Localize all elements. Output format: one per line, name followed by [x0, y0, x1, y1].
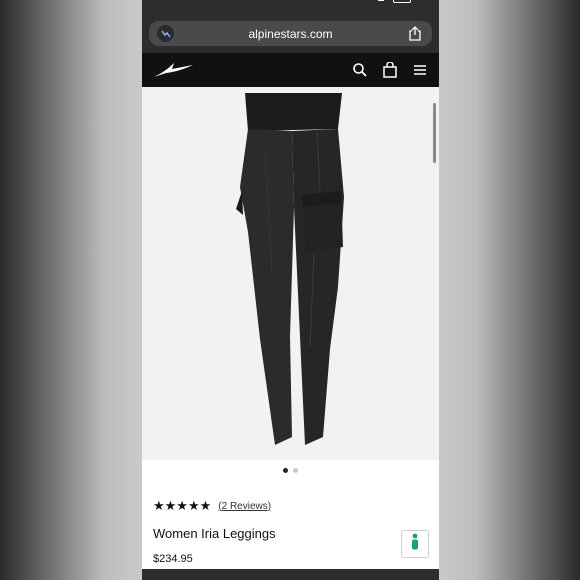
accessibility-icon — [408, 533, 422, 556]
product-image[interactable] — [142, 87, 439, 460]
wifi-icon — [378, 0, 384, 1]
url-text[interactable]: alpinestars.com — [149, 27, 432, 41]
address-bar[interactable]: alpinestars.com — [149, 21, 432, 46]
reviews-link[interactable]: (2 Reviews) — [218, 501, 271, 512]
gallery-dots — [142, 468, 439, 473]
bag-icon[interactable] — [382, 61, 398, 78]
share-icon[interactable] — [408, 26, 422, 41]
rating-row: ★★★★★ (2 Reviews) — [153, 498, 271, 514]
product-price: $234.95 — [153, 553, 193, 565]
scrollbar[interactable] — [433, 103, 436, 163]
gallery-dot-2[interactable] — [293, 468, 298, 473]
cellular-signal-icon — [353, 0, 367, 1]
accessibility-button[interactable] — [401, 530, 429, 558]
site-settings-icon[interactable] — [157, 25, 174, 42]
gallery-dot-1[interactable] — [283, 468, 288, 473]
menu-icon[interactable] — [412, 62, 428, 78]
phone-screen: alpinestars.com ★★★★★ (2 Reviews) Women … — [142, 0, 439, 580]
alpinestars-logo[interactable] — [152, 60, 194, 80]
browser-chrome: alpinestars.com — [142, 0, 439, 53]
status-bar — [142, 0, 439, 6]
search-icon[interactable] — [352, 62, 368, 78]
site-header — [142, 53, 439, 87]
star-rating: ★★★★★ — [153, 498, 212, 513]
product-title: Women Iria Leggings — [153, 526, 276, 541]
browser-bottom-toolbar — [142, 569, 439, 580]
battery-icon — [393, 0, 411, 3]
